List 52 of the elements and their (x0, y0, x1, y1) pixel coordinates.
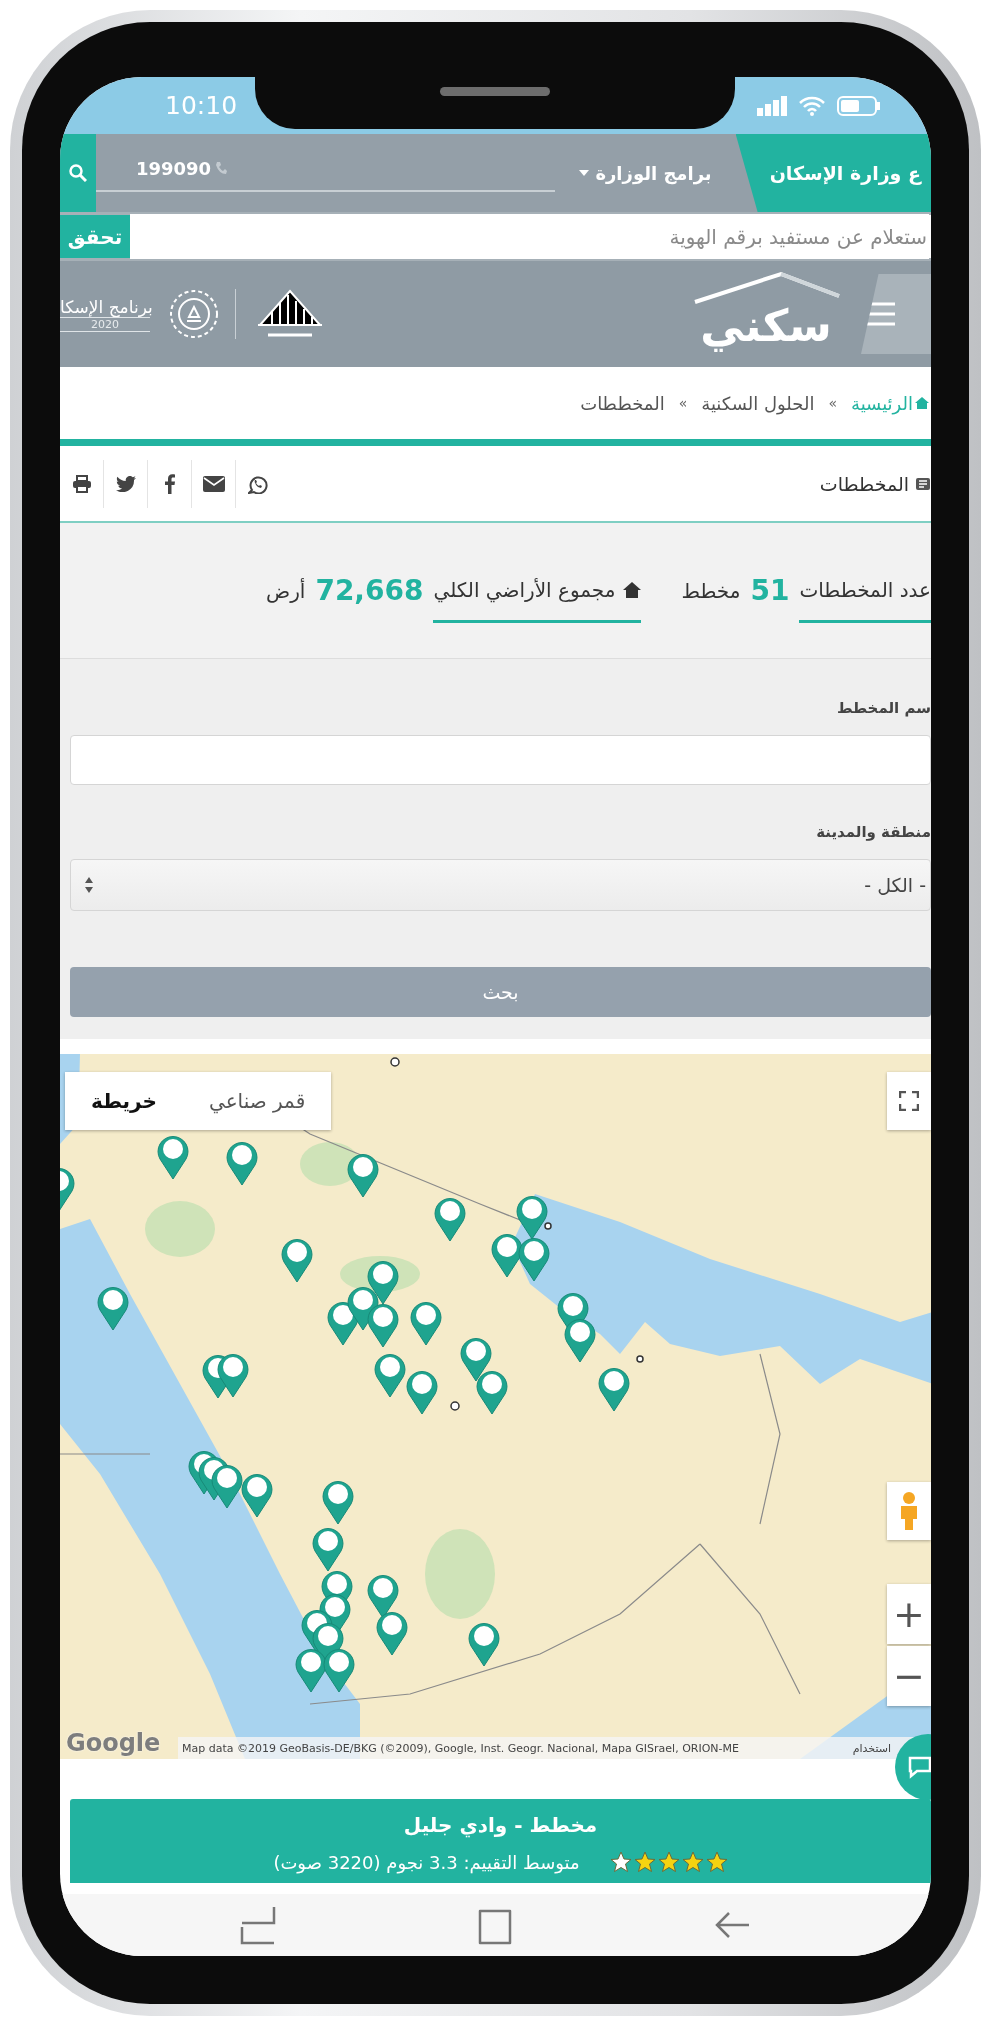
breadcrumb-separator: » (678, 395, 688, 411)
envelope-icon (202, 475, 225, 492)
map-attribution: Map data ©2019 GeoBasis-DE/BKG (©2009), Google, Inst. Geogr. Nacional, Mapa GISrael, ORION-ME (182, 1741, 739, 1755)
stat-unit: أرض (266, 578, 306, 603)
zoom-in-button[interactable]: + (887, 1584, 931, 1644)
recent-apps-button[interactable] (240, 1905, 277, 1945)
breadcrumb-separator: » (828, 395, 837, 411)
menu-button[interactable] (861, 274, 931, 354)
bird-icon (115, 475, 136, 492)
fullscreen-button[interactable] (887, 1072, 931, 1130)
zoom-out-button[interactable]: − (887, 1646, 931, 1706)
status-time: 10:10 (165, 91, 238, 120)
home-icon (623, 582, 642, 598)
sort-arrows-icon (85, 877, 93, 893)
stat-unit: مخطط (681, 578, 741, 603)
breadcrumb-link[interactable]: المخططات (580, 392, 665, 414)
search-button[interactable] (60, 134, 96, 212)
program-year: 2020 (60, 316, 150, 332)
stat-label-text: عدد المخططات (799, 578, 931, 602)
map-pins-drawing[interactable] (60, 1136, 630, 1693)
page-title: المخططات (819, 472, 909, 495)
plan-name-field[interactable] (70, 735, 931, 785)
breadcrumb-link[interactable]: الحلول السكنية (701, 392, 815, 414)
whatsapp-icon (248, 473, 268, 494)
phone-icon (215, 161, 228, 175)
fullscreen-icon (899, 1091, 919, 1111)
caret-icon (579, 170, 590, 176)
hotline-number: 199090 (96, 157, 228, 179)
region-select[interactable]: - الكل - (70, 859, 931, 911)
stat-label-text: مجموع الأراضي الكلي (433, 578, 616, 602)
search-icon (69, 164, 87, 182)
stat-value: 72,668 (315, 574, 424, 607)
person-icon (898, 1491, 920, 1531)
map-type-tab[interactable]: خريطة (65, 1072, 183, 1130)
beneficiary-id-field[interactable]: ستعلام عن مستفيد برقم الهوية (130, 214, 929, 259)
facebook-icon (164, 473, 175, 494)
program-title: برنامج الإسكا (60, 296, 153, 317)
field-label: منطقة والمدينة (815, 823, 931, 841)
wifi-icon (799, 95, 825, 116)
chat-icon (907, 1755, 931, 1779)
plan-title: مخطط - وادي جليل (403, 1813, 598, 1837)
home-icon (915, 396, 929, 410)
battery-icon (837, 95, 881, 116)
map-type-tab[interactable]: قمر صناعي (183, 1072, 332, 1130)
printer-icon (71, 474, 92, 493)
stat-value: 51 (750, 574, 790, 607)
map-provider-logo: Google (66, 1729, 161, 1757)
field-label: سم المخطط (835, 699, 931, 717)
rating-summary: متوسط التقييم: 3.3 نجوم (3220 صوت) (273, 1851, 580, 1873)
terms-link[interactable]: استخدام (852, 1741, 891, 1755)
recent-apps-icon (240, 1905, 277, 1945)
signal-icon (757, 95, 787, 116)
